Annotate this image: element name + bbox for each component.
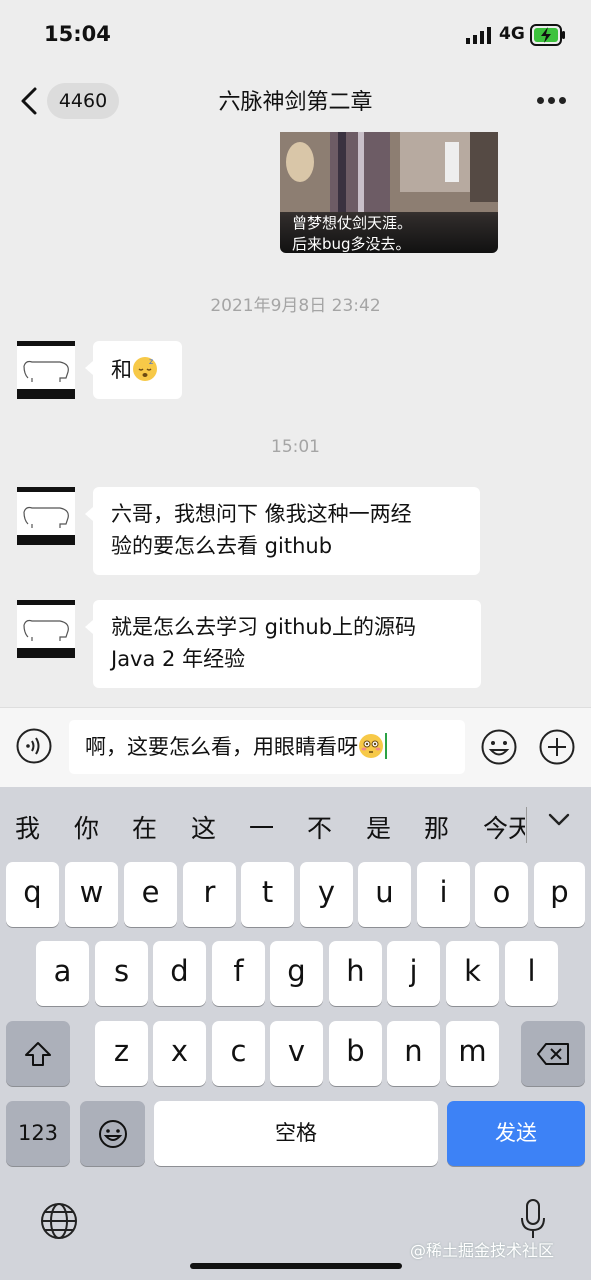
shift-key[interactable] [6, 1021, 70, 1086]
timestamp: 2021年9月8日 23:42 [210, 296, 381, 316]
more-options-icon[interactable] [537, 97, 567, 105]
send-key[interactable]: 发送 [447, 1101, 585, 1166]
candidate-word[interactable]: 我 [15, 809, 40, 845]
candidate-word[interactable]: 不 [307, 809, 332, 845]
watermark: @稀土掘金技术社区 [410, 1241, 555, 1260]
emoji-picker-icon[interactable] [481, 729, 517, 765]
candidate-bar: 我 你 在 这 一 不 是 那 今天 [0, 787, 591, 857]
message-bubble[interactable]: 六哥，我想问下 像我这种一两经 验的要怎么去看 github [85, 487, 480, 575]
key-t[interactable]: t [241, 862, 294, 927]
candidate-word[interactable]: 是 [366, 809, 391, 845]
numbers-key[interactable]: 123 [6, 1101, 70, 1166]
key-b[interactable]: b [329, 1021, 382, 1086]
key-h[interactable]: h [329, 941, 382, 1006]
signal-icon [466, 27, 491, 44]
key-j[interactable]: j [387, 941, 440, 1006]
chevron-down-icon[interactable] [548, 813, 570, 827]
status-bar: 15:04 4G [0, 0, 591, 70]
candidate-divider [526, 807, 527, 843]
battery-charging-icon [530, 24, 565, 46]
delete-key[interactable] [521, 1021, 585, 1086]
key-a[interactable]: a [36, 941, 89, 1006]
voice-input-icon[interactable] [16, 728, 52, 764]
key-s[interactable]: s [95, 941, 148, 1006]
candidate-word[interactable]: 在 [132, 809, 157, 845]
candidate-word[interactable]: 那 [424, 809, 449, 845]
key-q[interactable]: q [6, 862, 59, 927]
key-d[interactable]: d [153, 941, 206, 1006]
home-indicator[interactable] [190, 1263, 402, 1269]
space-key[interactable]: 空格 [154, 1101, 438, 1166]
emoji-keyboard-icon [98, 1119, 127, 1148]
avatar[interactable] [17, 341, 75, 399]
network-type: 4G [499, 24, 525, 44]
key-i[interactable]: i [417, 862, 470, 927]
key-l[interactable]: l [505, 941, 558, 1006]
message-text-line1: 六哥，我想问下 像我这种一两经 [111, 502, 412, 526]
key-z[interactable]: z [95, 1021, 148, 1086]
unread-count-badge[interactable]: 4460 [47, 83, 119, 119]
sleeping-face-emoji-icon: z [133, 357, 157, 381]
movie-still-image [280, 132, 498, 212]
key-n[interactable]: n [387, 1021, 440, 1086]
shift-arrow-icon [25, 1041, 51, 1066]
avatar[interactable] [17, 600, 75, 658]
candidate-word[interactable]: 一 [249, 809, 274, 845]
message-text-line2: Java 2 年经验 [111, 647, 246, 671]
back-chevron-icon[interactable] [18, 86, 40, 116]
image-message[interactable]: 曾梦想仗剑天涯。 后来bug多没去。 [280, 132, 498, 253]
image-caption-line2: 后来bug多没去。 [292, 235, 411, 253]
key-o[interactable]: o [475, 862, 528, 927]
key-w[interactable]: w [65, 862, 118, 927]
message-text-line1: 就是怎么去学习 github上的源码 [111, 615, 417, 639]
backspace-icon [537, 1042, 569, 1065]
keyboard: 我 你 在 这 一 不 是 那 今天 q w e r t y u i o p a… [0, 787, 591, 1280]
message-text: 和 [111, 358, 132, 382]
candidate-word[interactable]: 你 [74, 809, 99, 845]
microphone-icon[interactable] [519, 1198, 547, 1240]
svg-text:z: z [149, 357, 153, 366]
text-cursor [385, 733, 387, 759]
candidate-word[interactable]: 今天 [483, 809, 525, 845]
emoji-keyboard-key[interactable] [80, 1101, 145, 1166]
key-m[interactable]: m [446, 1021, 499, 1086]
key-f[interactable]: f [212, 941, 265, 1006]
candidate-word[interactable]: 这 [191, 809, 216, 845]
message-input-text: 啊，这要怎么看，用眼睛看呀 [85, 735, 358, 759]
status-time: 15:04 [44, 22, 111, 46]
image-caption-line1: 曾梦想仗剑天涯。 [292, 214, 413, 232]
message-input[interactable]: 啊，这要怎么看，用眼睛看呀 [69, 720, 465, 774]
add-attachment-icon[interactable] [539, 729, 575, 765]
key-g[interactable]: g [270, 941, 323, 1006]
key-k[interactable]: k [446, 941, 499, 1006]
key-u[interactable]: u [358, 862, 411, 927]
key-v[interactable]: v [270, 1021, 323, 1086]
key-x[interactable]: x [153, 1021, 206, 1086]
chat-header: 4460 六脉神剑第二章 [0, 70, 591, 132]
chat-title: 六脉神剑第二章 [218, 90, 373, 115]
avatar[interactable] [17, 487, 75, 545]
key-p[interactable]: p [534, 862, 585, 927]
key-e[interactable]: e [124, 862, 177, 927]
message-bubble[interactable]: 就是怎么去学习 github上的源码 Java 2 年经验 [85, 600, 481, 688]
key-y[interactable]: y [300, 862, 353, 927]
key-r[interactable]: r [183, 862, 236, 927]
key-c[interactable]: c [212, 1021, 265, 1086]
message-text-line2: 验的要怎么去看 github [111, 534, 333, 558]
flushed-face-emoji-icon [359, 734, 383, 758]
message-bubble[interactable]: 和 z [85, 341, 182, 399]
timestamp: 15:01 [271, 437, 320, 457]
globe-icon[interactable] [39, 1201, 79, 1241]
message-input-bar: 啊，这要怎么看，用眼睛看呀 [0, 707, 591, 788]
